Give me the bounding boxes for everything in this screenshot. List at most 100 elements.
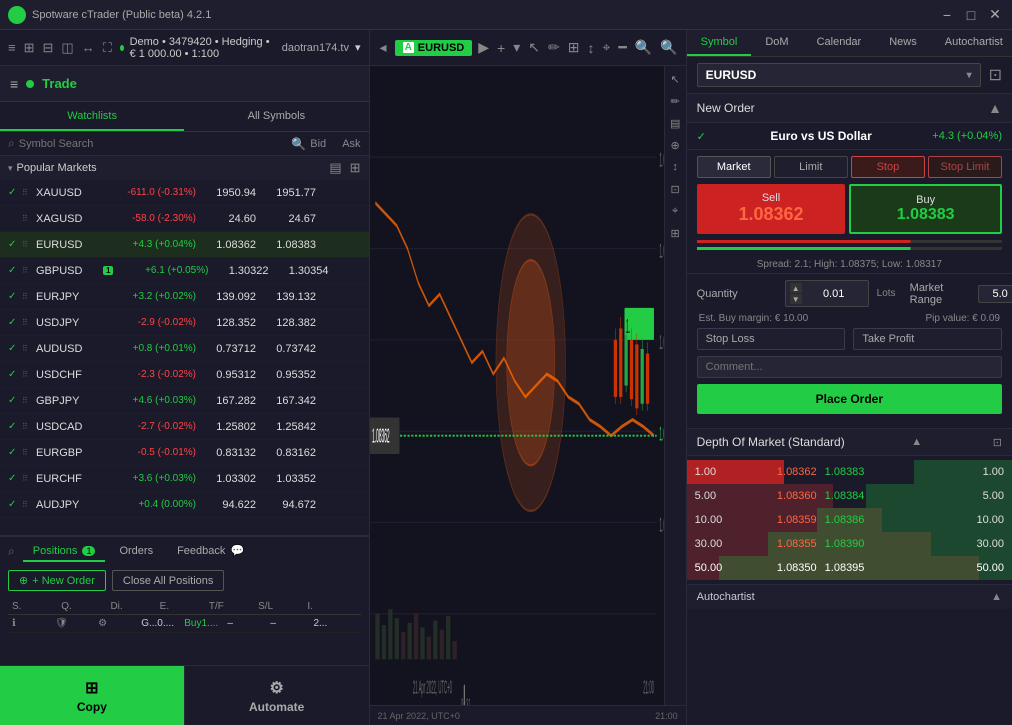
market-row[interactable]: ✓⠿EURJPY+3.2 (+0.02%)139.092139.132 bbox=[0, 284, 369, 310]
menu-icon[interactable]: ≡ bbox=[10, 76, 18, 92]
tab-all-symbols[interactable]: All Symbols bbox=[184, 102, 368, 131]
tab-autochartist[interactable]: Autochartist bbox=[931, 30, 1012, 56]
tab-orders[interactable]: Orders bbox=[109, 542, 163, 562]
chart-tool-search[interactable]: 🔍 bbox=[633, 37, 654, 58]
position-row[interactable]: ℹ 🛡 ⚙ G...0.... Buy1.... – – 2... bbox=[8, 615, 361, 633]
expand-icon[interactable]: ⊞ bbox=[350, 160, 361, 176]
market-row[interactable]: ✓⠿EURCHF+3.6 (+0.03%)1.033021.03352 bbox=[0, 466, 369, 492]
minimize-button[interactable]: − bbox=[938, 6, 956, 24]
toolbar-icon-3[interactable]: ◫ bbox=[61, 40, 73, 56]
take-profit-button[interactable]: Take Profit bbox=[853, 328, 1002, 350]
search-input[interactable] bbox=[19, 138, 288, 150]
dom-row[interactable]: 30.001.083551.0839030.00 bbox=[687, 532, 1012, 556]
order-type-stop[interactable]: Stop bbox=[851, 156, 925, 178]
chart-symbol-pill[interactable]: A EURUSD bbox=[395, 40, 473, 56]
chart-back-arrow[interactable]: ◂ bbox=[376, 39, 391, 56]
stop-loss-button[interactable]: Stop Loss bbox=[697, 328, 846, 350]
drag-handle: ⠿ bbox=[22, 266, 34, 275]
order-type-limit[interactable]: Limit bbox=[774, 156, 848, 178]
tool-bar[interactable]: ▤ bbox=[666, 114, 684, 132]
place-order-button[interactable]: Place Order bbox=[697, 384, 1002, 414]
search-submit-icon[interactable]: 🔍 bbox=[291, 137, 306, 151]
account-arrow[interactable]: ▾ bbox=[355, 41, 361, 54]
quantity-stepper[interactable]: ▲ ▼ bbox=[790, 283, 802, 304]
drag-handle: ⠿ bbox=[22, 344, 34, 353]
chart-more-btn[interactable]: ▾ bbox=[511, 37, 522, 58]
comment-input[interactable] bbox=[697, 356, 1002, 378]
toolbar-icon-5[interactable]: ⛶ bbox=[103, 40, 112, 56]
chart-tool-crosshair[interactable]: ⌖ bbox=[600, 37, 612, 58]
tool-screenshot[interactable]: ⊞ bbox=[666, 224, 684, 242]
market-row[interactable]: ✓⠿GBPUSD1+6.1 (+0.05%)1.303221.30354 bbox=[0, 258, 369, 284]
chart-tool-grid[interactable]: ⊞ bbox=[566, 37, 582, 58]
tool-cursor[interactable]: ↖ bbox=[666, 70, 684, 88]
quantity-input[interactable] bbox=[804, 288, 864, 300]
quantity-down-btn[interactable]: ▼ bbox=[790, 294, 802, 304]
market-row[interactable]: ✓⠿USDJPY-2.9 (-0.02%)128.352128.382 bbox=[0, 310, 369, 336]
dom-row[interactable]: 1.001.083621.083831.00 bbox=[687, 460, 1012, 484]
tab-feedback[interactable]: Feedback 💬 bbox=[167, 541, 254, 562]
chart-tool-settings[interactable]: 🔍 bbox=[658, 37, 679, 58]
maximize-button[interactable]: □ bbox=[962, 6, 980, 24]
chart-tool-pencil[interactable]: ✏ bbox=[546, 37, 562, 58]
toolbar-icon-4[interactable]: ↔ bbox=[82, 40, 95, 55]
tool-pencil[interactable]: ✏ bbox=[666, 92, 684, 110]
order-type-stop-limit[interactable]: Stop Limit bbox=[928, 156, 1002, 178]
symbol-bid: 1.08362 bbox=[196, 239, 256, 251]
close-all-positions-button[interactable]: Close All Positions bbox=[112, 570, 225, 591]
close-button[interactable]: ✕ bbox=[986, 6, 1004, 24]
new-order-title-bar: New Order ▲ bbox=[687, 94, 1012, 123]
dom-collapse-btn[interactable]: ▲ bbox=[911, 436, 922, 448]
copy-button[interactable]: ⊞ Copy bbox=[0, 666, 184, 725]
positions-search-icon[interactable]: ⌕ bbox=[8, 544, 15, 559]
tab-positions[interactable]: Positions 1 bbox=[23, 542, 106, 562]
tool-crosshair[interactable]: ⌖ bbox=[666, 202, 684, 220]
chart-tool-line[interactable]: ━ bbox=[616, 37, 628, 58]
toolbar-icon-1[interactable]: ⊞ bbox=[24, 40, 35, 56]
tab-watchlists[interactable]: Watchlists bbox=[0, 102, 184, 131]
market-row[interactable]: ✓⠿EURUSD+4.3 (+0.04%)1.083621.08383 bbox=[0, 232, 369, 258]
copy-label: Copy bbox=[77, 700, 107, 714]
dom-row[interactable]: 5.001.083601.083845.00 bbox=[687, 484, 1012, 508]
chart-tool-cursor[interactable]: ↖ bbox=[526, 37, 542, 58]
trade-label: Trade bbox=[42, 76, 77, 91]
dom-row[interactable]: 50.001.083501.0839550.00 bbox=[687, 556, 1012, 580]
market-row[interactable]: ✓⠿XAUUSD-611.0 (-0.31%)1950.941951.77 bbox=[0, 180, 369, 206]
tab-calendar[interactable]: Calendar bbox=[803, 30, 876, 56]
dom-expand-btn[interactable]: ⊡ bbox=[993, 436, 1002, 449]
tool-zoom[interactable]: ↕ bbox=[666, 158, 684, 176]
market-row[interactable]: ✓⠿EURGBP-0.5 (-0.01%)0.831320.83162 bbox=[0, 440, 369, 466]
tab-symbol[interactable]: Symbol bbox=[687, 30, 752, 56]
tool-magnet[interactable]: ⊕ bbox=[666, 136, 684, 154]
toolbar-icon-2[interactable]: ⊟ bbox=[43, 40, 54, 56]
automate-button[interactable]: ⚙ Automate bbox=[184, 666, 369, 725]
autochartist-collapse-btn[interactable]: ▲ bbox=[991, 591, 1002, 603]
market-row[interactable]: ✓⠿GBPJPY+4.6 (+0.03%)167.282167.342 bbox=[0, 388, 369, 414]
quantity-up-btn[interactable]: ▲ bbox=[790, 283, 802, 293]
tab-dom[interactable]: DoM bbox=[751, 30, 802, 56]
buy-button[interactable]: Buy 1.08383 bbox=[849, 184, 1002, 234]
market-row[interactable]: ✓⠿USDCAD-2.7 (-0.02%)1.258021.25842 bbox=[0, 414, 369, 440]
new-order-collapse-btn[interactable]: ▲ bbox=[988, 100, 1002, 116]
sell-button[interactable]: Sell 1.08362 bbox=[697, 184, 846, 234]
symbol-select-dropdown[interactable]: EURUSD ▾ bbox=[697, 63, 981, 87]
market-row[interactable]: ⠿XAGUSD-58.0 (-2.30%)24.6024.67 bbox=[0, 206, 369, 232]
new-order-section: New Order ▲ ✓ Euro vs US Dollar +4.3 (+0… bbox=[687, 94, 1012, 428]
hamburger-icon[interactable]: ≡ bbox=[8, 40, 16, 55]
market-range-input[interactable] bbox=[983, 288, 1012, 300]
chart-tool-zoom[interactable]: ↕ bbox=[585, 37, 596, 58]
market-row[interactable]: ✓⠿AUDUSD+0.8 (+0.01%)0.737120.73742 bbox=[0, 336, 369, 362]
chart-add-btn[interactable]: + bbox=[495, 38, 507, 58]
tool-more[interactable]: ⊡ bbox=[666, 180, 684, 198]
grid-icon[interactable]: ▤ bbox=[329, 160, 341, 176]
tab-news[interactable]: News bbox=[875, 30, 931, 56]
new-order-button[interactable]: ⊕ + New Order bbox=[8, 570, 106, 591]
market-row[interactable]: ✓⠿AUDJPY+0.4 (0.00%)94.62294.672 bbox=[0, 492, 369, 518]
dom-ask-size: 5.00 bbox=[898, 490, 1012, 502]
chart-play-btn[interactable]: ▶ bbox=[476, 37, 491, 58]
dom-row[interactable]: 10.001.083591.0838610.00 bbox=[687, 508, 1012, 532]
popular-markets-header[interactable]: ▾ Popular Markets ▤ ⊞ bbox=[0, 156, 369, 180]
market-row[interactable]: ✓⠿USDCHF-2.3 (-0.02%)0.953120.95352 bbox=[0, 362, 369, 388]
symbol-expand-icon[interactable]: ⊡ bbox=[989, 65, 1002, 85]
order-type-market[interactable]: Market bbox=[697, 156, 771, 178]
